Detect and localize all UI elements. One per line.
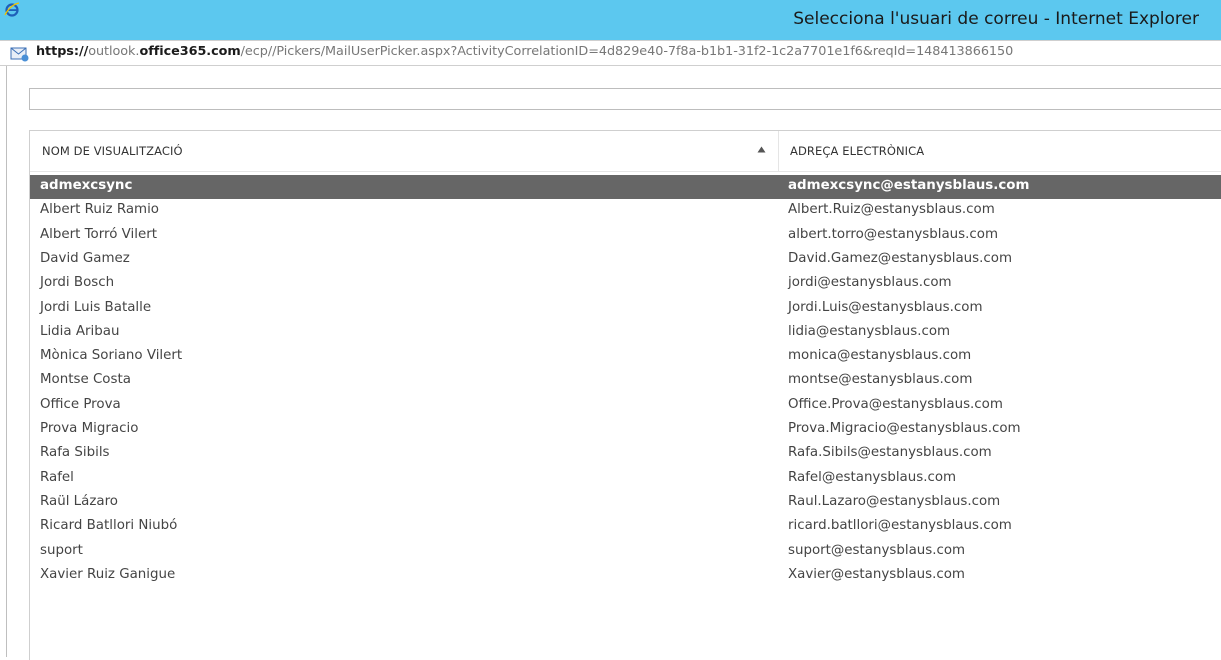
table-row[interactable]: suport suport@estanysblaus.com [30,540,1221,564]
table-row[interactable]: Mònica Soriano Vilert monica@estanysblaus… [30,345,1221,369]
table-row[interactable]: Jordi Luis Batalle Jordi.Luis@estanysblau… [30,297,1221,321]
email-cell: montse@estanysblaus.com [788,372,973,388]
email-cell: jordi@estanysblaus.com [788,275,952,291]
display-name-cell: Jordi Luis Batalle [40,299,152,315]
display-name-cell: Office Prova [40,396,121,412]
display-name-cell: Montse Costa [40,372,131,388]
email-cell: Rafel@estanysblaus.com [788,469,957,485]
table-row[interactable]: Albert Torró Vilert albert.torro@estanysb… [30,224,1221,248]
table-row[interactable]: Raül Lázaro Raul.Lazaro@estanysblaus.com [30,491,1221,515]
display-name-cell: Prova Migracio [40,421,139,436]
email-cell: Xavier@estanysblaus.com [788,566,965,582]
email-cell: lidia@estanysblaus.com [788,323,951,339]
url-subdomain: outlook. [88,44,140,59]
email-cell: albert.torro@estanysblaus.com [788,226,998,242]
table-row[interactable]: Montse Costa montse@estanysblaus.com [30,369,1221,393]
column-divider[interactable] [778,131,779,171]
mail-page-icon [10,47,29,62]
display-name-cell: Lidia Aribau [40,323,120,339]
display-name-cell: suport [40,542,83,558]
table-row[interactable]: Prova Migracio Prova.Migracio@estanysblau… [30,418,1221,442]
window-title: Selecciona l'usuari de correu - Internet… [793,9,1199,29]
display-name-cell: Raül Lázaro [40,493,118,509]
table-row[interactable]: Rafel Rafel@estanysblaus.com [30,467,1221,491]
url-scheme: https:// [36,44,89,59]
email-cell: monica@estanysblaus.com [788,348,972,364]
table-row[interactable]: Albert Ruiz Ramio Albert.Ruiz@estanysblau… [30,199,1221,223]
internet-explorer-icon [4,2,20,17]
column-header-display-name[interactable]: NOM DE VISUALITZACIÓ [42,144,183,158]
table-row[interactable]: Ricard Batllori Niubó ricard.batllori@est… [30,515,1221,539]
table-row[interactable]: Xavier Ruiz Ganigue Xavier@estanysblaus.c… [30,564,1221,588]
title-bar: Selecciona l'usuari de correu - Internet… [0,0,1221,40]
table-row[interactable]: David Gamez David.Gamez@estanysblaus.com [30,248,1221,272]
table-header: NOM DE VISUALITZACIÓ ADREÇA ELECTRÒNICA [30,131,1221,172]
display-name-cell: admexcsync [40,178,133,193]
table-row[interactable]: Lidia Aribau lidia@estanysblaus.com [30,321,1221,345]
table-row[interactable]: Rafa Sibils Rafa.Sibils@estanysblaus.com [30,442,1221,466]
address-bar[interactable]: https://outlook.office365.com/ecp//Picke… [0,40,1221,66]
table-row[interactable]: Office Prova Office.Prova@estanysblaus.co… [30,394,1221,418]
window-border [6,66,7,657]
display-name-cell: Jordi Bosch [40,275,115,291]
email-cell: suport@estanysblaus.com [788,542,966,558]
table-row[interactable]: Jordi Bosch jordi@estanysblaus.com [30,272,1221,296]
email-cell: Rafa.Sibils@estanysblaus.com [788,445,992,461]
display-name-cell: Albert Torró Vilert [40,226,157,242]
user-list-table: NOM DE VISUALITZACIÓ ADREÇA ELECTRÒNICA … [29,130,1221,660]
table-row[interactable]: admexcsync admexcsync@estanysblaus.com [30,175,1221,199]
email-cell: Raul.Lazaro@estanysblaus.com [788,493,1001,509]
email-cell: Albert.Ruiz@estanysblaus.com [788,202,995,218]
display-name-cell: Albert Ruiz Ramio [40,202,159,218]
display-name-cell: Mònica Soriano Vilert [40,348,183,364]
url-path: /ecp//Pickers/MailUserPicker.aspx?Activi… [240,44,1014,59]
display-name-cell: Xavier Ruiz Ganigue [40,566,176,582]
email-cell: ricard.batllori@estanysblaus.com [788,518,1012,534]
email-cell: David.Gamez@estanysblaus.com [788,250,1013,266]
email-cell: Prova.Migracio@estanysblaus.com [788,421,1021,436]
email-cell: Office.Prova@estanysblaus.com [788,396,1003,412]
display-name-cell: Rafa Sibils [40,445,110,461]
url-host: office365.com [139,44,241,59]
display-name-cell: Rafel [40,469,74,485]
search-input[interactable] [29,88,1221,110]
url-text[interactable]: https://outlook.office365.com/ecp//Picke… [36,44,1013,59]
email-cell: Jordi.Luis@estanysblaus.com [788,299,983,315]
column-header-email[interactable]: ADREÇA ELECTRÒNICA [790,144,924,158]
display-name-cell: Ricard Batllori Niubó [40,518,178,534]
sort-ascending-icon[interactable] [757,146,766,153]
email-cell: admexcsync@estanysblaus.com [788,178,1030,193]
display-name-cell: David Gamez [40,250,130,266]
